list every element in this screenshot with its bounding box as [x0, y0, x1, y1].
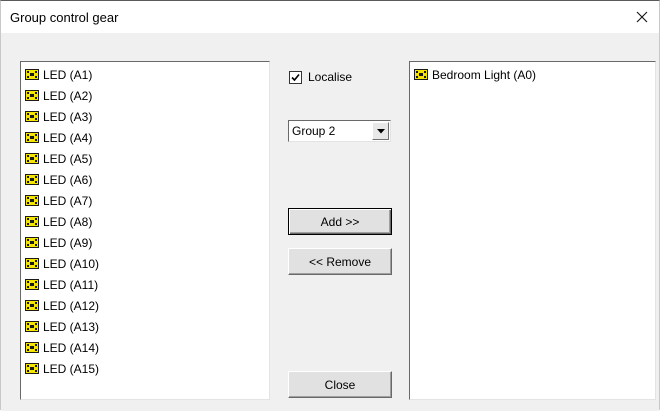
available-gear-item[interactable]: LED (A12)	[21, 295, 269, 316]
available-gear-item[interactable]: LED (A11)	[21, 274, 269, 295]
control-gear-icon	[414, 69, 428, 80]
available-gear-item[interactable]: LED (A4)	[21, 127, 269, 148]
available-gear-item-label: LED (A15)	[43, 361, 100, 376]
title-bar[interactable]: Group control gear	[1, 1, 659, 33]
checkmark-icon	[291, 73, 300, 81]
available-gear-item[interactable]: LED (A5)	[21, 148, 269, 169]
group-select-dropdown-button[interactable]	[372, 122, 389, 140]
close-icon	[636, 11, 648, 23]
window-close-button[interactable]	[625, 1, 659, 33]
available-gear-item[interactable]: LED (A7)	[21, 190, 269, 211]
control-gear-icon	[25, 90, 39, 101]
available-gear-item-label: LED (A2)	[43, 88, 93, 103]
available-gear-item-label: LED (A6)	[43, 172, 93, 187]
available-gear-item[interactable]: LED (A8)	[21, 211, 269, 232]
available-gear-item[interactable]: LED (A2)	[21, 85, 269, 106]
available-gear-item-label: LED (A13)	[43, 319, 100, 334]
available-gear-item-label: LED (A9)	[43, 235, 93, 250]
available-gear-item-label: LED (A8)	[43, 214, 93, 229]
control-gear-icon	[25, 132, 39, 143]
available-gear-item[interactable]: LED (A13)	[21, 316, 269, 337]
available-gear-item-label: LED (A11)	[43, 277, 99, 292]
available-gear-item[interactable]: LED (A15)	[21, 358, 269, 379]
group-member-item[interactable]: Bedroom Light (A0)	[410, 64, 655, 85]
available-gear-item-label: LED (A7)	[43, 193, 93, 208]
group-select-value: Group 2	[292, 124, 336, 138]
remove-button[interactable]: << Remove	[288, 248, 392, 275]
available-gear-item[interactable]: LED (A6)	[21, 169, 269, 190]
add-button[interactable]: Add >>	[288, 208, 392, 235]
control-gear-icon	[25, 216, 39, 227]
window-title: Group control gear	[10, 10, 119, 25]
available-gear-item-label: LED (A14)	[43, 340, 100, 355]
close-button-label: Close	[324, 377, 356, 392]
control-gear-icon	[25, 111, 39, 122]
localise-checkbox-row[interactable]: Localise	[289, 69, 352, 85]
available-gear-item-label: LED (A5)	[43, 151, 93, 166]
available-gear-item-label: LED (A1)	[43, 67, 93, 82]
control-gear-icon	[25, 300, 39, 311]
close-button[interactable]: Close	[288, 371, 392, 398]
available-gear-item-label: LED (A3)	[43, 109, 93, 124]
available-gear-listbox[interactable]: LED (A1) LED (A2) LED (A3) LED (A4) LED (A5)…	[20, 61, 270, 400]
control-gear-icon	[25, 279, 39, 290]
add-button-label: Add >>	[320, 214, 360, 229]
available-gear-item[interactable]: LED (A10)	[21, 253, 269, 274]
localise-label: Localise	[308, 70, 353, 84]
chevron-down-icon	[376, 128, 385, 133]
available-gear-item[interactable]: LED (A14)	[21, 337, 269, 358]
control-gear-icon	[25, 153, 39, 164]
available-gear-item-label: LED (A4)	[43, 130, 93, 145]
available-gear-item-label: LED (A10)	[43, 256, 100, 271]
control-gear-icon	[25, 174, 39, 185]
remove-button-label: << Remove	[308, 254, 372, 269]
control-gear-icon	[25, 237, 39, 248]
group-members-listbox[interactable]: Bedroom Light (A0)	[409, 61, 656, 400]
available-gear-item[interactable]: LED (A3)	[21, 106, 269, 127]
control-gear-icon	[25, 69, 39, 80]
localise-checkbox[interactable]	[289, 70, 302, 84]
control-gear-icon	[25, 321, 39, 332]
dialog-client-area: LED (A1) LED (A2) LED (A3) LED (A4) LED (A5)…	[1, 33, 659, 411]
control-gear-icon	[25, 363, 39, 374]
available-gear-item[interactable]: LED (A9)	[21, 232, 269, 253]
control-gear-icon	[25, 195, 39, 206]
group-member-item-label: Bedroom Light (A0)	[432, 67, 537, 82]
control-gear-icon	[25, 342, 39, 353]
available-gear-item[interactable]: LED (A1)	[21, 64, 269, 85]
available-gear-item-label: LED (A12)	[43, 298, 100, 313]
group-select[interactable]: Group 2	[288, 120, 391, 142]
control-gear-icon	[25, 258, 39, 269]
group-control-gear-dialog: Group control gear LED (A1) LED (A2) LED (…	[0, 0, 660, 411]
